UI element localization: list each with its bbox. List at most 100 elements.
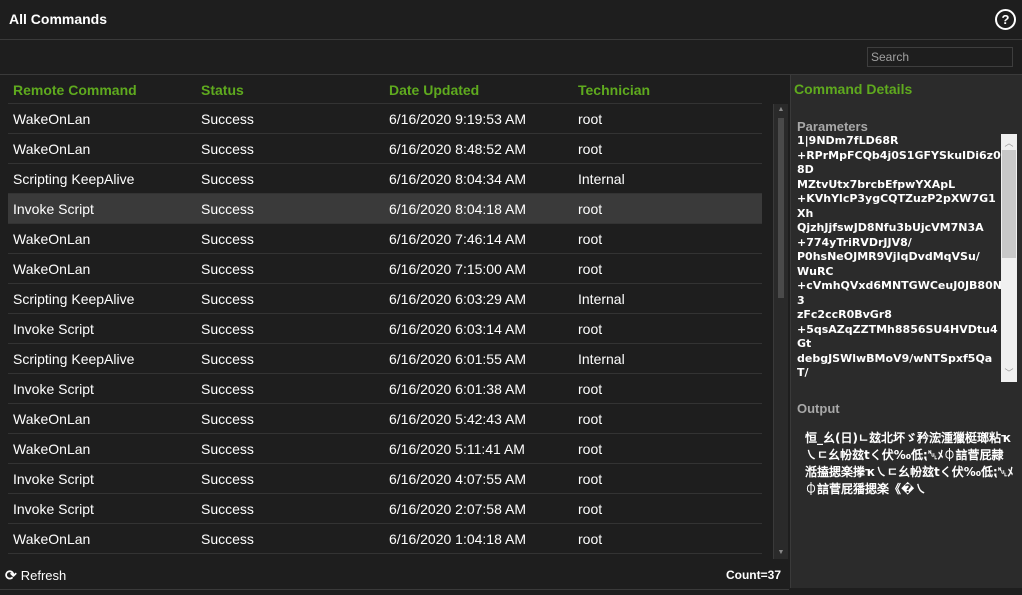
table-header: Remote Command Status Date Updated Techn… [8, 75, 762, 104]
cell-remote-command: Scripting KeepAlive [13, 351, 135, 367]
cell-status: Success [201, 231, 254, 247]
column-header-date-updated[interactable]: Date Updated [389, 82, 479, 98]
cell-technician: root [578, 201, 603, 217]
cell-technician: root [578, 531, 603, 547]
search-input[interactable] [867, 47, 1013, 67]
parameter-line: WuRC [797, 264, 834, 278]
cell-remote-command: WakeOnLan [13, 441, 91, 457]
parameters-scrollbar-thumb[interactable] [1002, 150, 1016, 258]
cell-status: Success [201, 351, 254, 367]
page-title: All Commands [9, 11, 108, 27]
parameters-box[interactable]: 1|9NDm7fLD68R +RPrMpFCQb4j0S1GFYSkuIDi6z0… [797, 134, 1017, 382]
cell-remote-command: Invoke Script [13, 471, 94, 487]
cell-status: Success [201, 261, 254, 277]
table-row[interactable]: WakeOnLan Success 6/16/2020 5:42:43 AM root [8, 404, 762, 434]
table-row[interactable]: Invoke Script Success 6/16/2020 6:03:14 AM… [8, 314, 762, 344]
parameters-scrollbar[interactable]: ︿ ﹀ [1001, 134, 1017, 382]
table-row[interactable]: Invoke Script Success 6/16/2020 4:07:55 AM… [8, 464, 762, 494]
table-row[interactable]: WakeOnLan Success 6/16/2020 5:11:41 AM root [8, 434, 762, 464]
commands-table-body: WakeOnLan Success 6/16/2020 9:19:53 AM root… [8, 104, 762, 554]
parameter-line: +5qsAZqZZTMh8856SU4HVDtu4Gt [797, 322, 998, 351]
table-row[interactable]: Invoke Script Success 6/16/2020 6:01:38 AM… [8, 374, 762, 404]
parameter-line: +KVhYlcP3ygCQTZuzP2pXW7G1Xh [797, 192, 996, 220]
cell-date-updated: 6/16/2020 8:48:52 AM [389, 141, 526, 157]
parameter-line: +RPrMpFCQb4j0S1GFYSkuIDi6z08D [797, 148, 1001, 177]
cell-status: Success [201, 111, 254, 127]
scroll-down-icon[interactable]: ▼ [774, 547, 788, 559]
refresh-button[interactable]: ⟳ Refresh [5, 567, 66, 584]
cell-status: Success [201, 291, 254, 307]
cell-date-updated: 6/16/2020 6:03:29 AM [389, 291, 526, 307]
cell-remote-command: Scripting KeepAlive [13, 291, 135, 307]
cell-date-updated: 6/16/2020 6:03:14 AM [389, 321, 526, 337]
output-text: 恒_幺(日)ㄴ玆北坏ゞ矜浤湩獵梃瑯粘ҡ㇏ㄷ幺帉玆tく伏‰݁低⁏␀ﾒ⏀誩菅屁隷湉搕… [805, 431, 1014, 496]
cell-date-updated: 6/16/2020 6:01:38 AM [389, 381, 526, 397]
cell-status: Success [201, 531, 254, 547]
question-circle-icon[interactable]: ? [995, 9, 1016, 30]
parameter-line: zFc2ccR0BvGr8 [797, 308, 892, 321]
table-row[interactable]: WakeOnLan Success 6/16/2020 9:19:53 AM root [8, 104, 762, 134]
cell-technician: root [578, 111, 603, 127]
parameter-line: 1|9NDm7fLD68R [797, 134, 899, 147]
cell-date-updated: 6/16/2020 8:04:18 AM [389, 201, 526, 217]
chevron-down-icon[interactable]: ﹀ [1001, 366, 1017, 380]
cell-status: Success [201, 381, 254, 397]
cell-date-updated: 6/16/2020 8:04:34 AM [389, 171, 526, 187]
record-count: Count=37 [725, 568, 781, 582]
column-header-technician[interactable]: Technician [578, 82, 650, 98]
chevron-up-icon[interactable]: ︿ [1001, 136, 1017, 150]
table-scrollbar[interactable]: ▲ ▼ [773, 104, 788, 559]
cell-date-updated: 6/16/2020 1:04:18 AM [389, 531, 526, 547]
cell-technician: root [578, 231, 603, 247]
cell-status: Success [201, 471, 254, 487]
cell-technician: root [578, 471, 603, 487]
cell-status: Success [201, 321, 254, 337]
table-row[interactable]: WakeOnLan Success 6/16/2020 1:04:18 AM root [8, 524, 762, 554]
cell-remote-command: WakeOnLan [13, 261, 91, 277]
parameters-label: Parameters [797, 119, 868, 134]
toolbar [0, 40, 1022, 75]
parameter-line: QjzhJjfswJD8Nfu3bUjcVM7N3A [797, 221, 984, 234]
cell-status: Success [201, 171, 254, 187]
commands-panel: Remote Command Status Date Updated Techn… [0, 75, 789, 595]
table-row[interactable]: WakeOnLan Success 6/16/2020 8:48:52 AM root [8, 134, 762, 164]
scrollbar-thumb[interactable] [778, 118, 784, 298]
refresh-icon: ⟳ [5, 567, 17, 583]
column-header-status[interactable]: Status [201, 82, 244, 98]
cell-technician: root [578, 261, 603, 277]
parameter-line: MZtvUtx7brcbEfpwYXApL [797, 177, 956, 191]
refresh-label: Refresh [20, 568, 67, 583]
table-row[interactable]: Scripting KeepAlive Success 6/16/2020 8:04… [8, 164, 762, 194]
cell-technician: root [578, 411, 603, 427]
column-header-remote-command[interactable]: Remote Command [13, 82, 137, 98]
cell-technician: root [578, 501, 603, 517]
parameter-line: debgJSWlwBMoV9/wNTSpxf5QaT/ [797, 351, 993, 380]
table-row[interactable]: WakeOnLan Success 6/16/2020 7:46:14 AM root [8, 224, 762, 254]
command-details-panel: Command Details Parameters 1|9NDm7fLD68R… [790, 75, 1022, 588]
cell-status: Success [201, 411, 254, 427]
cell-technician: root [578, 381, 603, 397]
table-row[interactable]: Invoke Script Success 6/16/2020 2:07:58 AM… [8, 494, 762, 524]
table-row[interactable]: Invoke Script Success 6/16/2020 8:04:18 AM… [8, 194, 762, 224]
cell-remote-command: WakeOnLan [13, 531, 91, 547]
cell-technician: Internal [578, 171, 625, 187]
scroll-up-icon[interactable]: ▲ [774, 104, 788, 116]
cell-remote-command: WakeOnLan [13, 141, 91, 157]
cell-remote-command: WakeOnLan [13, 411, 91, 427]
table-row[interactable]: WakeOnLan Success 6/16/2020 7:15:00 AM root [8, 254, 762, 284]
output-label: Output [797, 401, 840, 416]
cell-remote-command: Invoke Script [13, 321, 94, 337]
table-row[interactable]: Scripting KeepAlive Success 6/16/2020 6:03… [8, 284, 762, 314]
parameter-line: P0hsNeOJMR9VjIqDvdMqVSu/ [797, 250, 980, 263]
cell-date-updated: 6/16/2020 7:15:00 AM [389, 261, 526, 277]
table-row[interactable]: Scripting KeepAlive Success 6/16/2020 6:01… [8, 344, 762, 374]
window-header: All Commands ? [0, 0, 1022, 40]
cell-technician: root [578, 441, 603, 457]
cell-date-updated: 6/16/2020 4:07:55 AM [389, 471, 526, 487]
parameters-text: 1|9NDm7fLD68R +RPrMpFCQb4j0S1GFYSkuIDi6z0… [797, 134, 1003, 382]
table-footer: ⟳ Refresh Count=37 [0, 561, 789, 590]
cell-date-updated: 6/16/2020 5:11:41 AM [389, 441, 525, 457]
cell-remote-command: Invoke Script [13, 381, 94, 397]
parameter-line: IJIPs64uU1FGglmLge3vsCyOvXjwL4 [797, 381, 1003, 383]
parameter-line: +774yTriRVDrJJV8/ [797, 235, 912, 249]
